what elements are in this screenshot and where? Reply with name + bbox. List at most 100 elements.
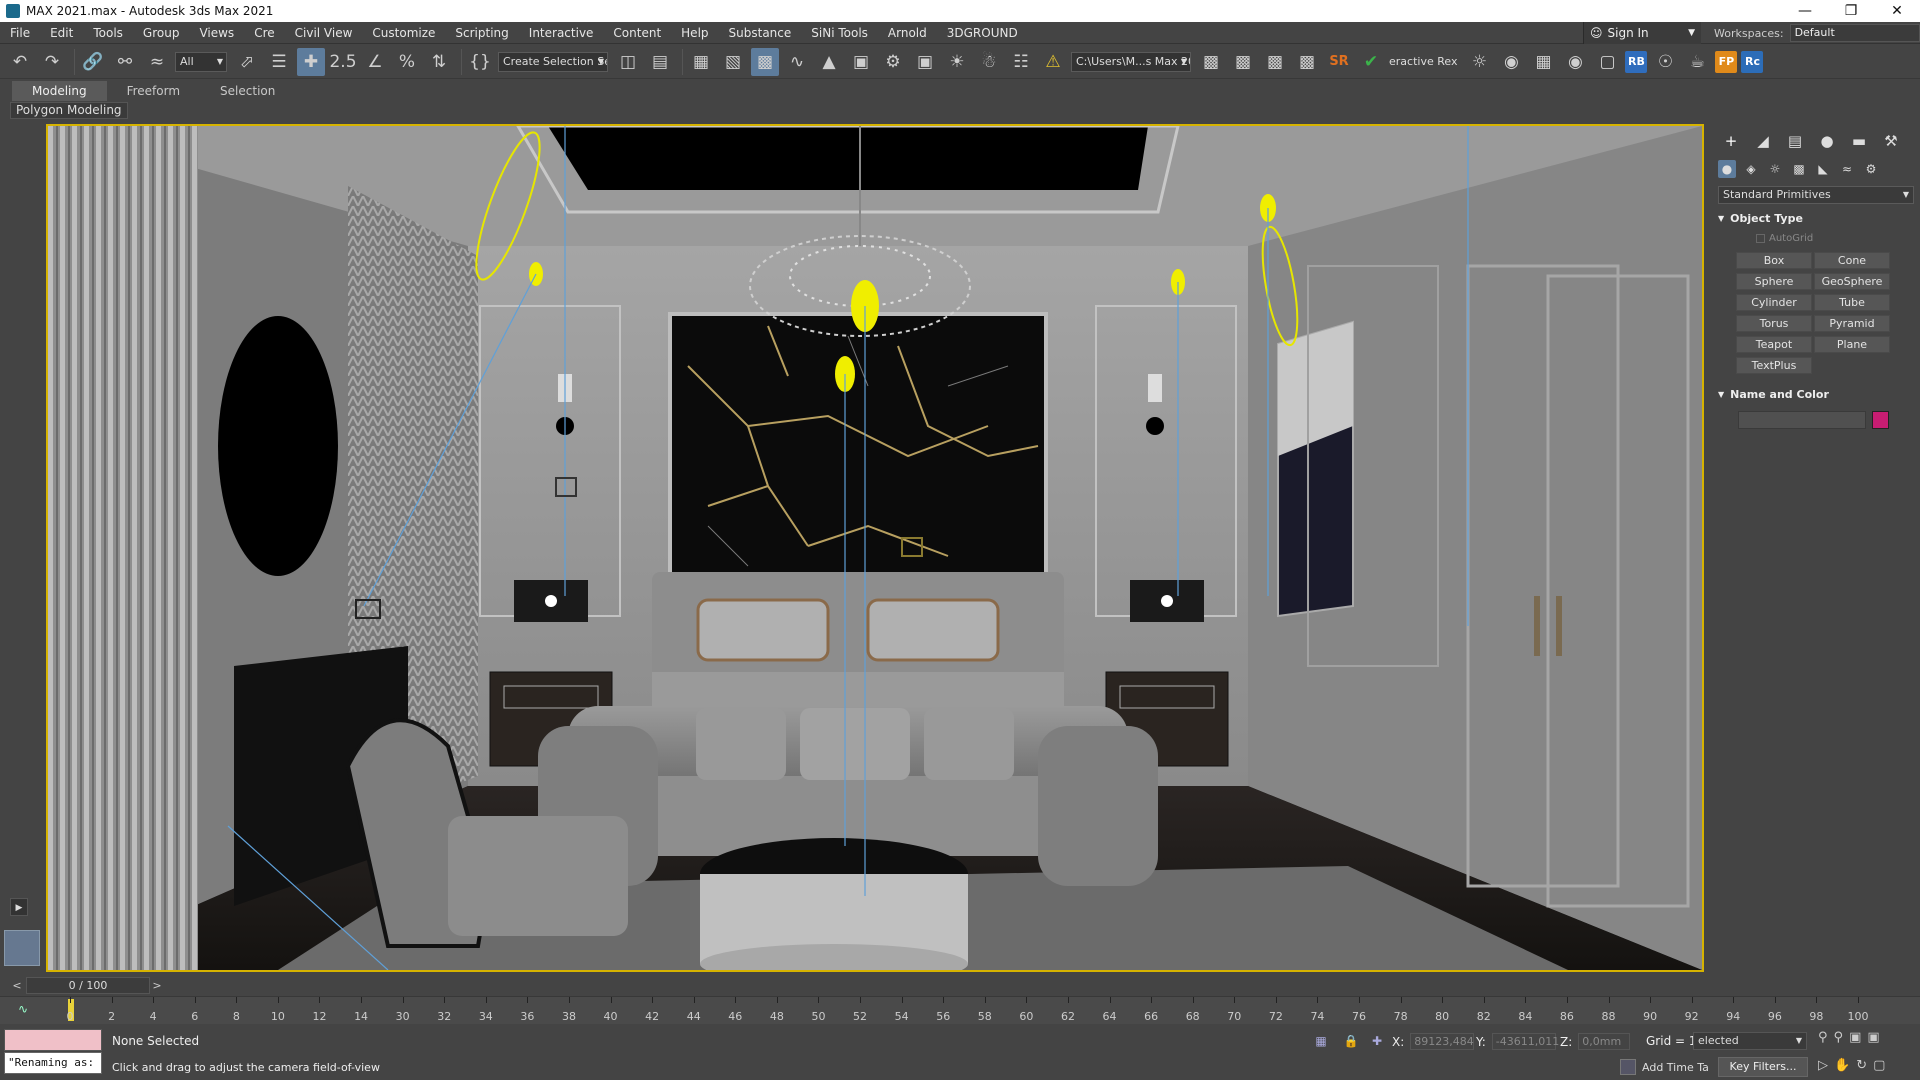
maxscript-listener-mini[interactable] — [4, 1029, 102, 1051]
systems-icon[interactable]: ⚙ — [1862, 160, 1880, 178]
zoom-icon[interactable]: ⚲ — [1818, 1030, 1828, 1045]
sr-plugin-icon[interactable]: SR — [1325, 48, 1353, 76]
tab-selection[interactable]: Selection — [200, 81, 295, 101]
torus-button[interactable]: Torus — [1736, 315, 1812, 332]
menu-tools[interactable]: Tools — [83, 22, 133, 44]
interactive-label[interactable]: eractive Rex — [1389, 55, 1457, 68]
menu-help[interactable]: Help — [671, 22, 718, 44]
zoom-all-icon[interactable]: ⚲ — [1834, 1030, 1844, 1045]
key-filters-button[interactable]: Key Filters... — [1718, 1057, 1808, 1077]
bind-space-warp-icon[interactable]: ≈ — [143, 48, 171, 76]
menu-views[interactable]: Views — [189, 22, 244, 44]
zoom-extents-all-icon[interactable]: ▣ — [1867, 1030, 1879, 1045]
motion-tab-icon[interactable]: ● — [1816, 130, 1838, 152]
create-tab-icon[interactable]: + — [1720, 130, 1742, 152]
camera-viewport[interactable] — [46, 124, 1704, 972]
sign-in-dropdown[interactable]: ☺ Sign In ▼ — [1583, 22, 1701, 44]
selection-filter-dropdown[interactable]: All ▼ — [175, 51, 227, 72]
camera-icon[interactable]: ◉ — [1561, 48, 1589, 76]
minimize-button[interactable]: — — [1782, 0, 1828, 22]
fp-plugin-icon[interactable]: FP — [1715, 50, 1738, 73]
x-field[interactable]: 89123,484 — [1410, 1033, 1475, 1050]
select-object-icon[interactable]: ⬀ — [233, 48, 261, 76]
menu-scripting[interactable]: Scripting — [445, 22, 518, 44]
schematic-view-icon[interactable]: ▲ — [815, 48, 843, 76]
menu-civil-view[interactable]: Civil View — [285, 22, 363, 44]
menu-arnold[interactable]: Arnold — [878, 22, 937, 44]
menu-3dground[interactable]: 3DGROUND — [937, 22, 1028, 44]
tab-freeform[interactable]: Freeform — [107, 81, 200, 101]
layer-explorer-icon[interactable]: ▧ — [719, 48, 747, 76]
select-and-move-icon[interactable]: ✚ — [297, 47, 325, 76]
project-folder-dropdown[interactable]: C:\Users\M...s Max 2021▼ — [1071, 51, 1191, 72]
space-warps-icon[interactable]: ≈ — [1838, 160, 1856, 178]
curve-editor-toggle-icon[interactable]: ∿ — [18, 1002, 28, 1016]
sphere-button[interactable]: Sphere — [1736, 273, 1812, 290]
menu-customize[interactable]: Customize — [362, 22, 445, 44]
teapot-button[interactable]: Teapot — [1736, 336, 1812, 353]
prev-frame-icon[interactable]: < — [10, 977, 24, 994]
warning-icon[interactable]: ⚠ — [1039, 48, 1067, 76]
redo-icon[interactable]: ↷ — [38, 48, 66, 76]
menu-content[interactable]: Content — [603, 22, 671, 44]
tab-modeling[interactable]: Modeling — [12, 81, 107, 101]
undo-icon[interactable]: ↶ — [6, 48, 34, 76]
selection-filter-dropdown[interactable]: elected ▼ — [1693, 1032, 1807, 1050]
pan-icon[interactable]: ✋ — [1834, 1058, 1850, 1073]
modify-tab-icon[interactable]: ◢ — [1752, 130, 1774, 152]
expand-layout-icon[interactable]: ▶ — [10, 898, 28, 916]
textplus-button[interactable]: TextPlus — [1736, 357, 1812, 374]
eye-icon[interactable]: ☉ — [1651, 48, 1679, 76]
container-close-icon[interactable]: ▩ — [1261, 48, 1289, 76]
geometry-icon[interactable]: ● — [1718, 160, 1736, 178]
maximize-viewport-icon[interactable]: ▢ — [1873, 1058, 1885, 1073]
container-update-icon[interactable]: ▩ — [1293, 48, 1321, 76]
render-production-icon[interactable]: ☀ — [943, 48, 971, 76]
safe-frame-icon[interactable]: ▢ — [1593, 48, 1621, 76]
add-time-tag[interactable]: Add Time Ta — [1620, 1059, 1709, 1075]
orbit-icon[interactable]: ↻ — [1856, 1058, 1867, 1073]
viewport-grid-icon[interactable]: ▦ — [1529, 48, 1557, 76]
unlink-icon[interactable]: ⚯ — [111, 48, 139, 76]
cylinder-button[interactable]: Cylinder — [1736, 294, 1812, 311]
time-slider-thumb[interactable]: 0 / 100 — [26, 977, 150, 994]
batch-render-icon[interactable]: ☷ — [1007, 48, 1035, 76]
cameras-icon[interactable]: ▩ — [1790, 160, 1808, 178]
transform-mode-icon[interactable]: ✚ — [1368, 1034, 1386, 1050]
rc-plugin-icon[interactable]: Rc — [1741, 50, 1764, 73]
menu-interactive[interactable]: Interactive — [519, 22, 604, 44]
object-name-field[interactable] — [1738, 411, 1866, 429]
autogrid-checkbox[interactable]: AutoGrid — [1756, 233, 1920, 244]
geosphere-button[interactable]: GeoSphere — [1814, 273, 1890, 290]
material-editor-icon[interactable]: ▣ — [847, 48, 875, 76]
render-setup-icon[interactable]: ⚙ — [879, 48, 907, 76]
field-of-view-icon[interactable]: ▷ — [1818, 1058, 1828, 1073]
named-selection-dropdown[interactable]: Create Selection Se ▼ — [498, 51, 608, 72]
percent-snap-icon[interactable]: % — [393, 48, 421, 76]
display-tab-icon[interactable]: ▬ — [1848, 130, 1870, 152]
curve-editor-icon[interactable]: ∿ — [783, 48, 811, 76]
object-color-swatch[interactable] — [1872, 411, 1889, 429]
isolate-selection-icon[interactable]: ▦ — [1312, 1034, 1330, 1050]
lock-icon[interactable]: 🔒 — [1342, 1034, 1360, 1050]
menu-file[interactable]: File — [0, 22, 40, 44]
object-type-rollout[interactable]: ▼ Object Type — [1718, 212, 1914, 225]
rendered-frame-icon[interactable]: ▣ — [911, 48, 939, 76]
angle-snap-icon[interactable]: 2.5 — [329, 48, 357, 76]
ribbon-panel-polygon-modeling[interactable]: Polygon Modeling — [10, 102, 128, 119]
edit-named-selection-icon[interactable]: {} — [466, 48, 494, 76]
menu-group[interactable]: Group — [133, 22, 190, 44]
helpers-icon[interactable]: ◣ — [1814, 160, 1832, 178]
pyramid-button[interactable]: Pyramid — [1814, 315, 1890, 332]
viewport-layout-thumbnail[interactable] — [4, 930, 40, 966]
box-button[interactable]: Box — [1736, 252, 1812, 269]
align-icon[interactable]: ▤ — [646, 48, 674, 76]
close-button[interactable]: ✕ — [1874, 0, 1920, 22]
workspace-select[interactable]: Default — [1789, 24, 1920, 42]
teapot-icon[interactable]: ☕ — [1683, 48, 1711, 76]
globe-icon[interactable]: ◉ — [1497, 48, 1525, 76]
angle-icon[interactable]: ∠ — [361, 48, 389, 76]
menu-create[interactable]: Cre — [244, 22, 284, 44]
sun-icon[interactable]: ☼ — [1465, 48, 1493, 76]
plane-button[interactable]: Plane — [1814, 336, 1890, 353]
